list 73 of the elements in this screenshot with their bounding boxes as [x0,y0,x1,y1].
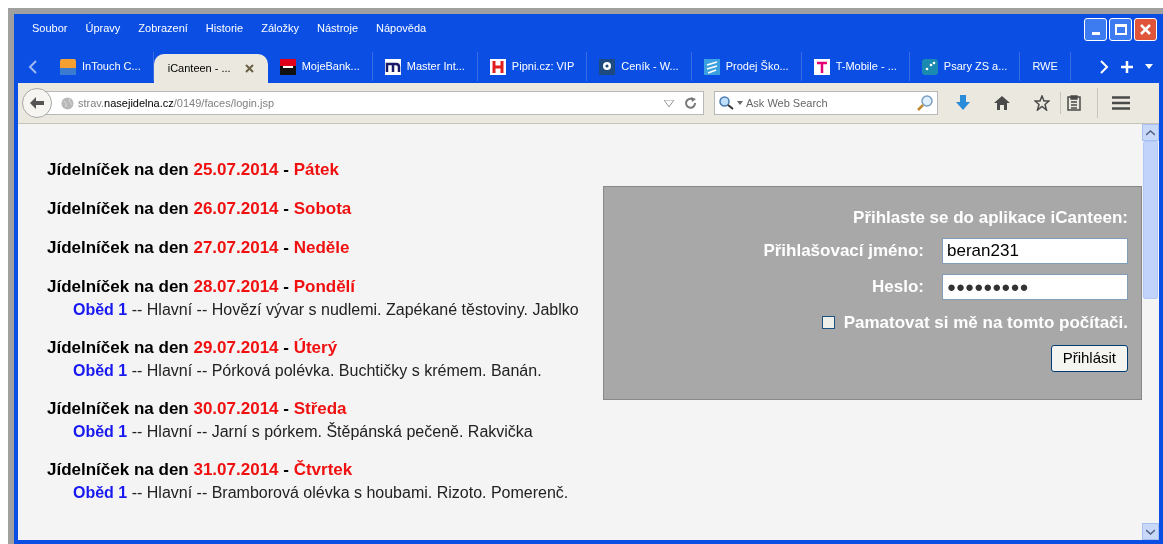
tab[interactable]: Prodej Ško... [691,52,802,81]
meal-line: Oběd 1 -- Hlavní -- Hovězí vývar s nudlemi. Zapékané těstoviny. Jablko [73,300,579,320]
menu-item[interactable]: Záložky [261,20,300,37]
menu-icon[interactable] [1112,96,1130,110]
username-field[interactable]: beran231 [942,237,1128,264]
scroll-left-icon[interactable] [28,60,38,74]
scrollbar[interactable] [1142,124,1159,540]
dots-icon [921,58,938,75]
menu-item[interactable]: Soubor [32,20,68,37]
search-icon[interactable] [917,95,933,111]
day-heading: Jídelníček na den 25.07.2014 - Pátek [47,159,340,181]
tab[interactable]: Pipni.cz: VIP [477,52,588,81]
scroll-right-icon[interactable] [1099,60,1109,74]
gear-icon [599,58,616,75]
menu-item[interactable]: Úpravy [85,20,121,37]
back-arrow-icon [30,97,44,109]
tab[interactable]: InTouch C... [48,52,154,81]
letter-h-icon [489,58,506,75]
search-icon [719,96,734,110]
tab[interactable]: Psary ZS a... [909,52,1021,81]
meal-line: Oběd 1 -- Hlavní -- Pórková polévka. Buchtičky s krémem. Banán. [73,361,542,381]
login-button[interactable]: Přihlásit [1050,345,1128,372]
scroll-up-icon[interactable] [1146,129,1155,136]
login-title: Přihlaste se do aplikace iCanteen: [853,207,1128,229]
minimize-button[interactable] [1084,18,1107,41]
remember-checkbox[interactable] [821,315,835,329]
remember-label: Pamatovat si mě na tomto počítači. [843,311,1128,334]
tab[interactable]: iCanteen - ... [153,54,268,83]
day-heading: Jídelníček na den 29.07.2014 - Úterý [47,337,338,359]
search-input[interactable]: Ask Web Search [746,94,914,112]
tab[interactable]: MojeBank... [267,52,373,81]
logo-icon [703,58,720,75]
tab[interactable]: RWE [1020,52,1071,81]
url-text: strav.nasejidelna.cz/0149/faces/login.jsp [78,95,276,111]
scroll-down-icon[interactable] [1146,528,1155,535]
day-heading: Jídelníček na den 26.07.2014 - Sobota [47,198,352,220]
day-heading: Jídelníček na den 31.07.2014 - Čtvrtek [47,459,353,481]
password-label: Heslo: [872,275,924,298]
day-heading: Jídelníček na den 30.07.2014 - Středa [47,398,347,420]
menu-item[interactable]: Nápověda [376,20,427,37]
password-field[interactable]: ●●●●●●●●● [942,273,1128,300]
tab[interactable]: T-Mobile - ... [801,52,910,81]
caret-icon[interactable] [737,101,743,105]
tab[interactable]: Ceník - W... [587,52,692,81]
username-label: Přihlašovací jméno: [763,239,924,262]
dropdown-icon[interactable] [1145,64,1153,69]
day-heading: Jídelníček na den 28.07.2014 - Pondělí [47,276,356,298]
close-icon [1139,23,1152,36]
menu-item[interactable]: Nástroje [317,20,359,37]
reload-icon[interactable] [684,96,697,110]
star-icon[interactable] [1034,95,1050,111]
back-button[interactable] [22,88,52,118]
download-icon[interactable] [956,95,970,111]
maximize-button[interactable] [1109,18,1132,41]
clipboard-icon[interactable] [1067,95,1081,111]
dropdown-icon[interactable] [664,99,674,107]
letter-m-icon [384,58,401,75]
logo-icon [60,58,76,75]
meal-line: Oběd 1 -- Hlavní -- Bramborová olévka s houbami. Rizoto. Pomerenč. [73,483,569,503]
meal-line: Oběd 1 -- Hlavní -- Jarní s pórkem. Štěpánská pečeně. Rakvička [73,422,533,442]
address-bar[interactable]: strav.nasejidelna.cz/0149/faces/login.jsp [44,91,704,115]
search-bar[interactable]: Ask Web Search [714,91,938,115]
close-icon[interactable] [244,64,254,73]
new-tab-icon[interactable] [1121,61,1133,73]
home-icon[interactable] [994,96,1010,110]
close-button[interactable] [1134,18,1157,41]
bank-icon [279,58,296,75]
tab[interactable]: Master Int... [372,52,478,81]
menu-item[interactable]: Zobrazení [138,20,188,37]
globe-icon [61,96,74,110]
menu-item[interactable]: Historie [205,20,244,37]
letter-t-icon [813,58,830,75]
day-heading: Jídelníček na den 27.07.2014 - Neděle [47,237,350,259]
